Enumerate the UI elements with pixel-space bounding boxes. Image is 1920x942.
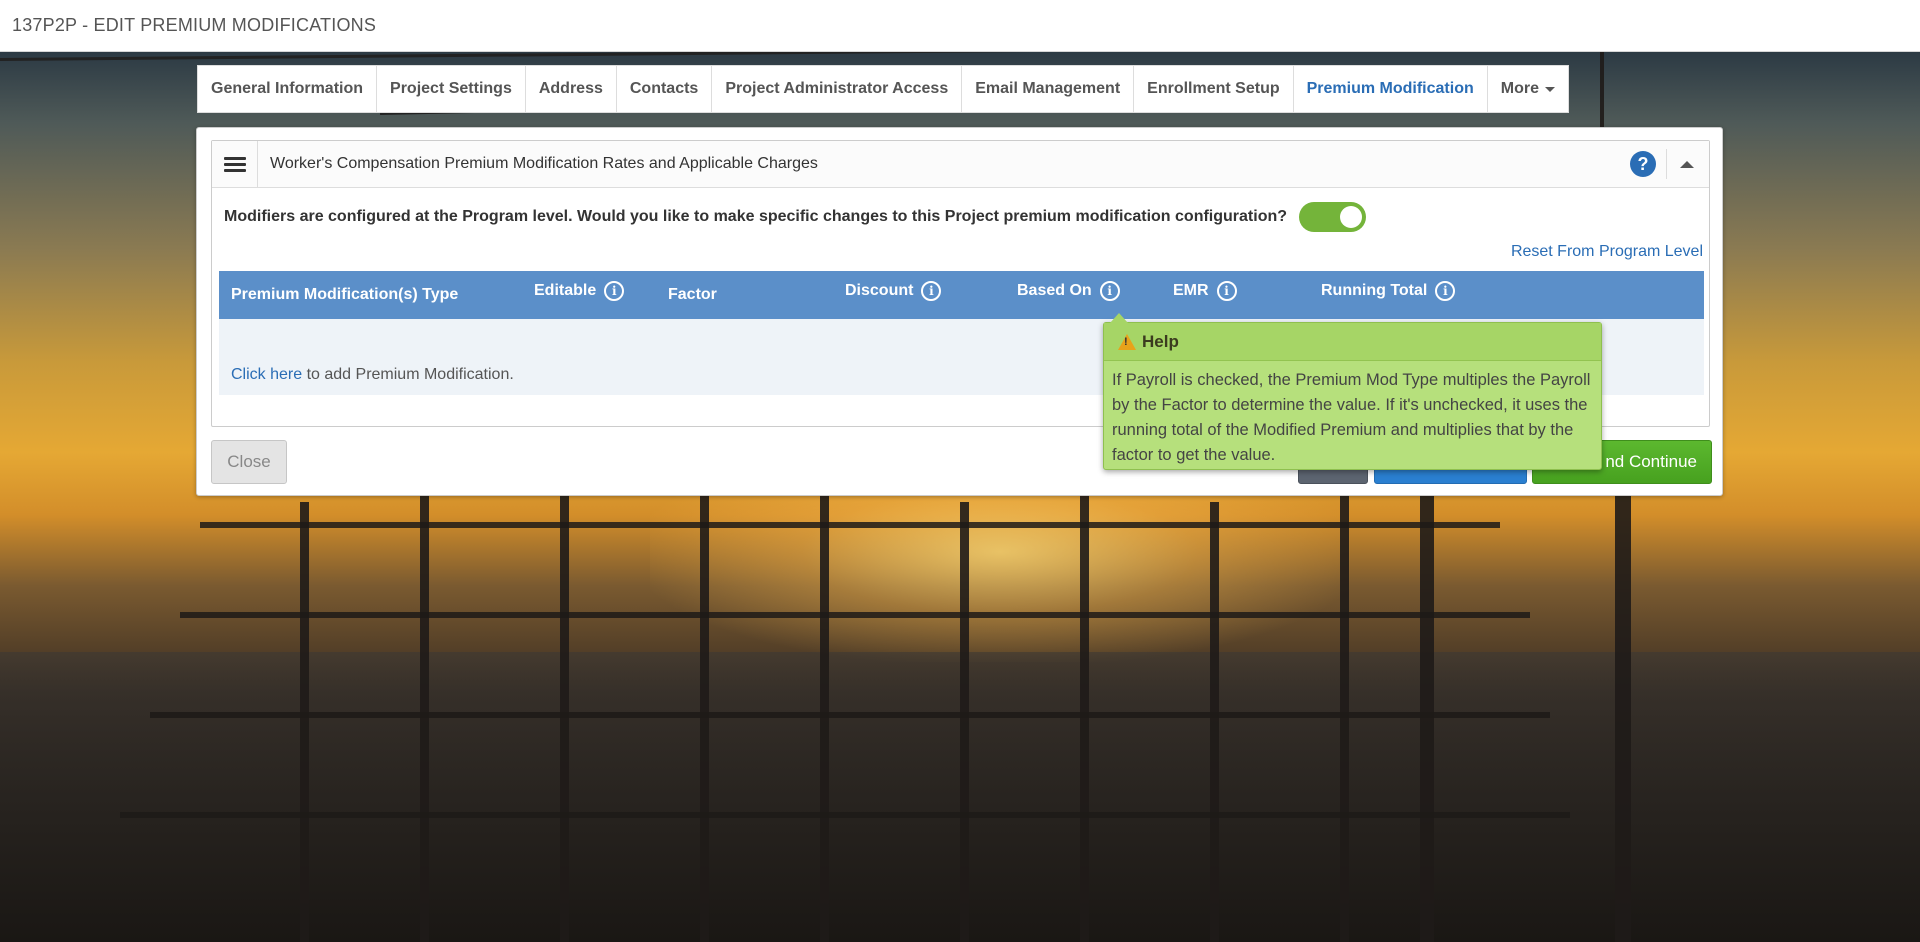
tab-label: Project Administrator Access [725,80,949,97]
tooltip-title: Help [1142,331,1179,351]
tab-label: More [1500,80,1539,97]
column-header-emr: EMR i [1173,267,1237,315]
tab-label: Project Settings [390,80,512,97]
override-question-row: Modifiers are configured at the Program … [224,202,1367,232]
tab-address[interactable]: Address [526,66,617,112]
info-icon[interactable]: i [1216,281,1237,301]
empty-row-text: to add Premium Modification. [302,366,514,383]
tab-more[interactable]: More [1488,66,1568,112]
tab-contacts[interactable]: Contacts [617,66,713,112]
caret-down-icon [1544,86,1555,92]
column-label: Factor [668,286,717,303]
tab-label: Address [538,80,603,97]
column-label: Based On [1017,282,1092,299]
add-premium-modification-link[interactable]: Click here [231,366,302,383]
info-icon[interactable]: i [604,281,625,301]
empty-row: Click here to add Premium Modification. [231,366,514,384]
tab-label: Contacts [629,80,699,97]
box-header: Worker's Compensation Premium Modificati… [212,141,1709,188]
chevron-up-icon [1680,160,1694,168]
info-icon[interactable]: i [921,281,942,301]
toggle-knob [1340,206,1363,228]
column-label: EMR [1173,282,1209,299]
column-header-based-on: Based On i [1017,267,1120,315]
tab-project-settings[interactable]: Project Settings [377,66,526,112]
box-title: Worker's Compensation Premium Modificati… [270,155,818,172]
warning-icon [1118,333,1136,350]
column-label: Premium Modification(s) Type [231,286,459,303]
close-button[interactable]: Close [211,440,287,484]
tab-label: Enrollment Setup [1147,80,1280,97]
column-header-factor: Factor [668,271,717,319]
menu-button[interactable] [212,141,258,187]
header-divider [1666,149,1667,179]
page-title: 137P2P - EDIT PREMIUM MODIFICATIONS [12,15,377,35]
collapse-button[interactable] [1677,154,1697,174]
tab-premium-modification[interactable]: Premium Modification [1294,66,1488,112]
column-header-editable: Editable i [534,267,625,315]
info-icon[interactable]: i [1435,281,1456,301]
tab-email-management[interactable]: Email Management [962,66,1135,112]
tab-label: General Information [211,80,364,97]
tab-bar: General Information Project Settings Add… [197,65,1569,113]
column-header-running-total: Running Total i [1321,267,1456,315]
tooltip-body: If Payroll is checked, the Premium Mod T… [1112,371,1591,464]
tooltip-header: Help [1104,323,1601,361]
tab-enrollment-setup[interactable]: Enrollment Setup [1134,66,1294,112]
tab-general-information[interactable]: General Information [198,66,378,112]
column-label: Running Total [1321,282,1428,299]
column-header-type: Premium Modification(s) Type [231,271,458,319]
info-icon[interactable]: i [1099,281,1120,301]
tab-project-administrator-access[interactable]: Project Administrator Access [712,66,963,112]
override-toggle[interactable] [1299,202,1367,232]
tab-label: Email Management [975,80,1121,97]
column-header-discount: Discount i [845,267,942,315]
tab-label: Premium Modification [1306,80,1474,97]
question-circle-icon[interactable]: ? [1630,151,1656,177]
override-question: Modifiers are configured at the Program … [224,208,1288,225]
column-label: Editable [534,282,597,299]
hamburger-icon [223,154,246,175]
title-bar: 137P2P - EDIT PREMIUM MODIFICATIONS [0,0,1920,52]
column-label: Discount [845,282,914,299]
table-header: Premium Modification(s) Type Editable i F… [219,271,1704,319]
reset-from-program-level-link[interactable]: Reset From Program Level [1511,243,1703,261]
help-tooltip: Help If Payroll is checked, the Premium … [1103,313,1602,470]
